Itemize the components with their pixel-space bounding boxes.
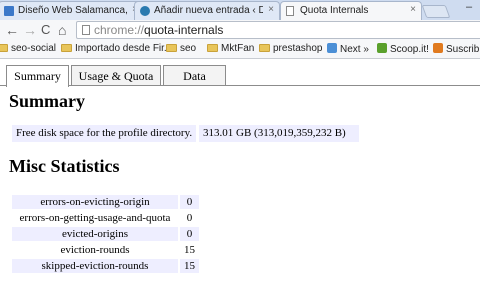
bookmark-label: prestashop (273, 43, 323, 54)
new-tab-button[interactable] (421, 5, 451, 18)
tab-divider (0, 85, 480, 86)
url-scheme: chrome:// (94, 23, 145, 37)
stat-value: 0 (180, 227, 199, 241)
close-tab-icon[interactable]: × (410, 4, 416, 15)
bookmark-next[interactable]: Next » (327, 43, 369, 55)
table-row: evicted-origins 0 (12, 227, 199, 241)
bookmark-label: MktFan (221, 43, 255, 54)
disk-space-value: 313.01 GB (313,019,359,232 B) (199, 125, 359, 142)
bookmark-suscribir[interactable]: Suscribir (433, 43, 480, 55)
folder-icon (61, 44, 72, 52)
tab-strip: Diseño Web Salamanca, P × Añadir nueva e… (0, 0, 480, 20)
wordpress-favicon-icon (140, 6, 150, 16)
forward-arrow-icon[interactable]: → (23, 21, 37, 39)
bookmark-prestashop[interactable]: prestashop (259, 43, 322, 54)
stat-value: 0 (180, 195, 199, 209)
stat-key: errors-on-getting-usage-and-quota (12, 211, 178, 225)
bookmark-scoopit[interactable]: Scoop.it! (377, 43, 429, 55)
bookmark-label: Scoop.it! (390, 44, 429, 55)
folder-icon (166, 44, 177, 52)
tab-usage-quota[interactable]: Usage & Quota (71, 65, 161, 86)
browser-toolbar: ← → C ⌂ chrome://quota-internals (0, 20, 480, 41)
bookmark-mktfan[interactable]: MktFan (207, 43, 254, 54)
browser-tab-quota-internals[interactable]: Quota Internals × (280, 1, 422, 20)
folder-icon (0, 44, 8, 52)
misc-statistics-table: errors-on-evicting-origin 0 errors-on-get… (10, 193, 201, 275)
folder-icon (259, 44, 270, 52)
bookmark-label: Suscribir (446, 44, 480, 55)
browser-tab-diseno-web[interactable]: Diseño Web Salamanca, P × (0, 1, 144, 20)
scoopit-icon (377, 43, 387, 53)
url-text: chrome://quota-internals (94, 23, 223, 37)
bookmark-label: seo (180, 43, 197, 54)
home-icon[interactable]: ⌂ (58, 21, 66, 39)
back-arrow-icon[interactable]: ← (5, 21, 19, 39)
tab-title: Diseño Web Salamanca, P (18, 5, 127, 16)
page-favicon-icon (286, 6, 294, 16)
browser-tab-anadir-entrada[interactable]: Añadir nueva entrada ‹ Di × (134, 1, 280, 20)
table-row: skipped-eviction-rounds 15 (12, 259, 199, 273)
bookmark-importado[interactable]: Importado desde Fir... (61, 43, 172, 54)
bookmark-label: Importado desde Fir... (75, 43, 173, 54)
tab-title: Quota Internals (300, 5, 369, 16)
window-minimize-button[interactable]: – (466, 1, 472, 13)
bookmark-seo-social[interactable]: seo-social (0, 43, 56, 54)
globe-icon (327, 43, 337, 53)
close-tab-icon[interactable]: × (268, 4, 274, 15)
disk-space-label: Free disk space for the profile director… (12, 125, 196, 142)
stat-value: 15 (180, 243, 199, 257)
blogger-favicon-icon (4, 6, 14, 16)
table-row: errors-on-getting-usage-and-quota 0 (12, 211, 199, 225)
table-row: errors-on-evicting-origin 0 (12, 195, 199, 209)
bookmarks-bar: seo-social Importado desde Fir... seo Mk… (0, 41, 480, 59)
url-path: quota-internals (144, 23, 224, 37)
stat-key: evicted-origins (12, 227, 178, 241)
address-bar[interactable]: chrome://quota-internals (76, 21, 480, 39)
summary-heading: Summary (9, 91, 85, 111)
tab-data[interactable]: Data (163, 65, 226, 86)
stat-key: eviction-rounds (12, 243, 178, 257)
reload-icon[interactable]: C (41, 21, 50, 39)
tab-summary[interactable]: Summary (6, 65, 69, 87)
table-row: eviction-rounds 15 (12, 243, 199, 257)
stat-value: 15 (180, 259, 199, 273)
page-content: Summary Usage & Quota Data Summary Free … (0, 59, 480, 282)
stat-value: 0 (180, 211, 199, 225)
rss-icon (433, 43, 443, 53)
page-icon (82, 25, 90, 35)
bookmark-label: seo-social (11, 43, 57, 54)
bookmark-label: Next » (340, 44, 369, 55)
folder-icon (207, 44, 218, 52)
tab-title: Añadir nueva entrada ‹ Di (154, 5, 263, 16)
stat-key: skipped-eviction-rounds (12, 259, 178, 273)
bookmark-seo[interactable]: seo (166, 43, 196, 54)
misc-statistics-heading: Misc Statistics (9, 156, 120, 176)
stat-key: errors-on-evicting-origin (12, 195, 178, 209)
